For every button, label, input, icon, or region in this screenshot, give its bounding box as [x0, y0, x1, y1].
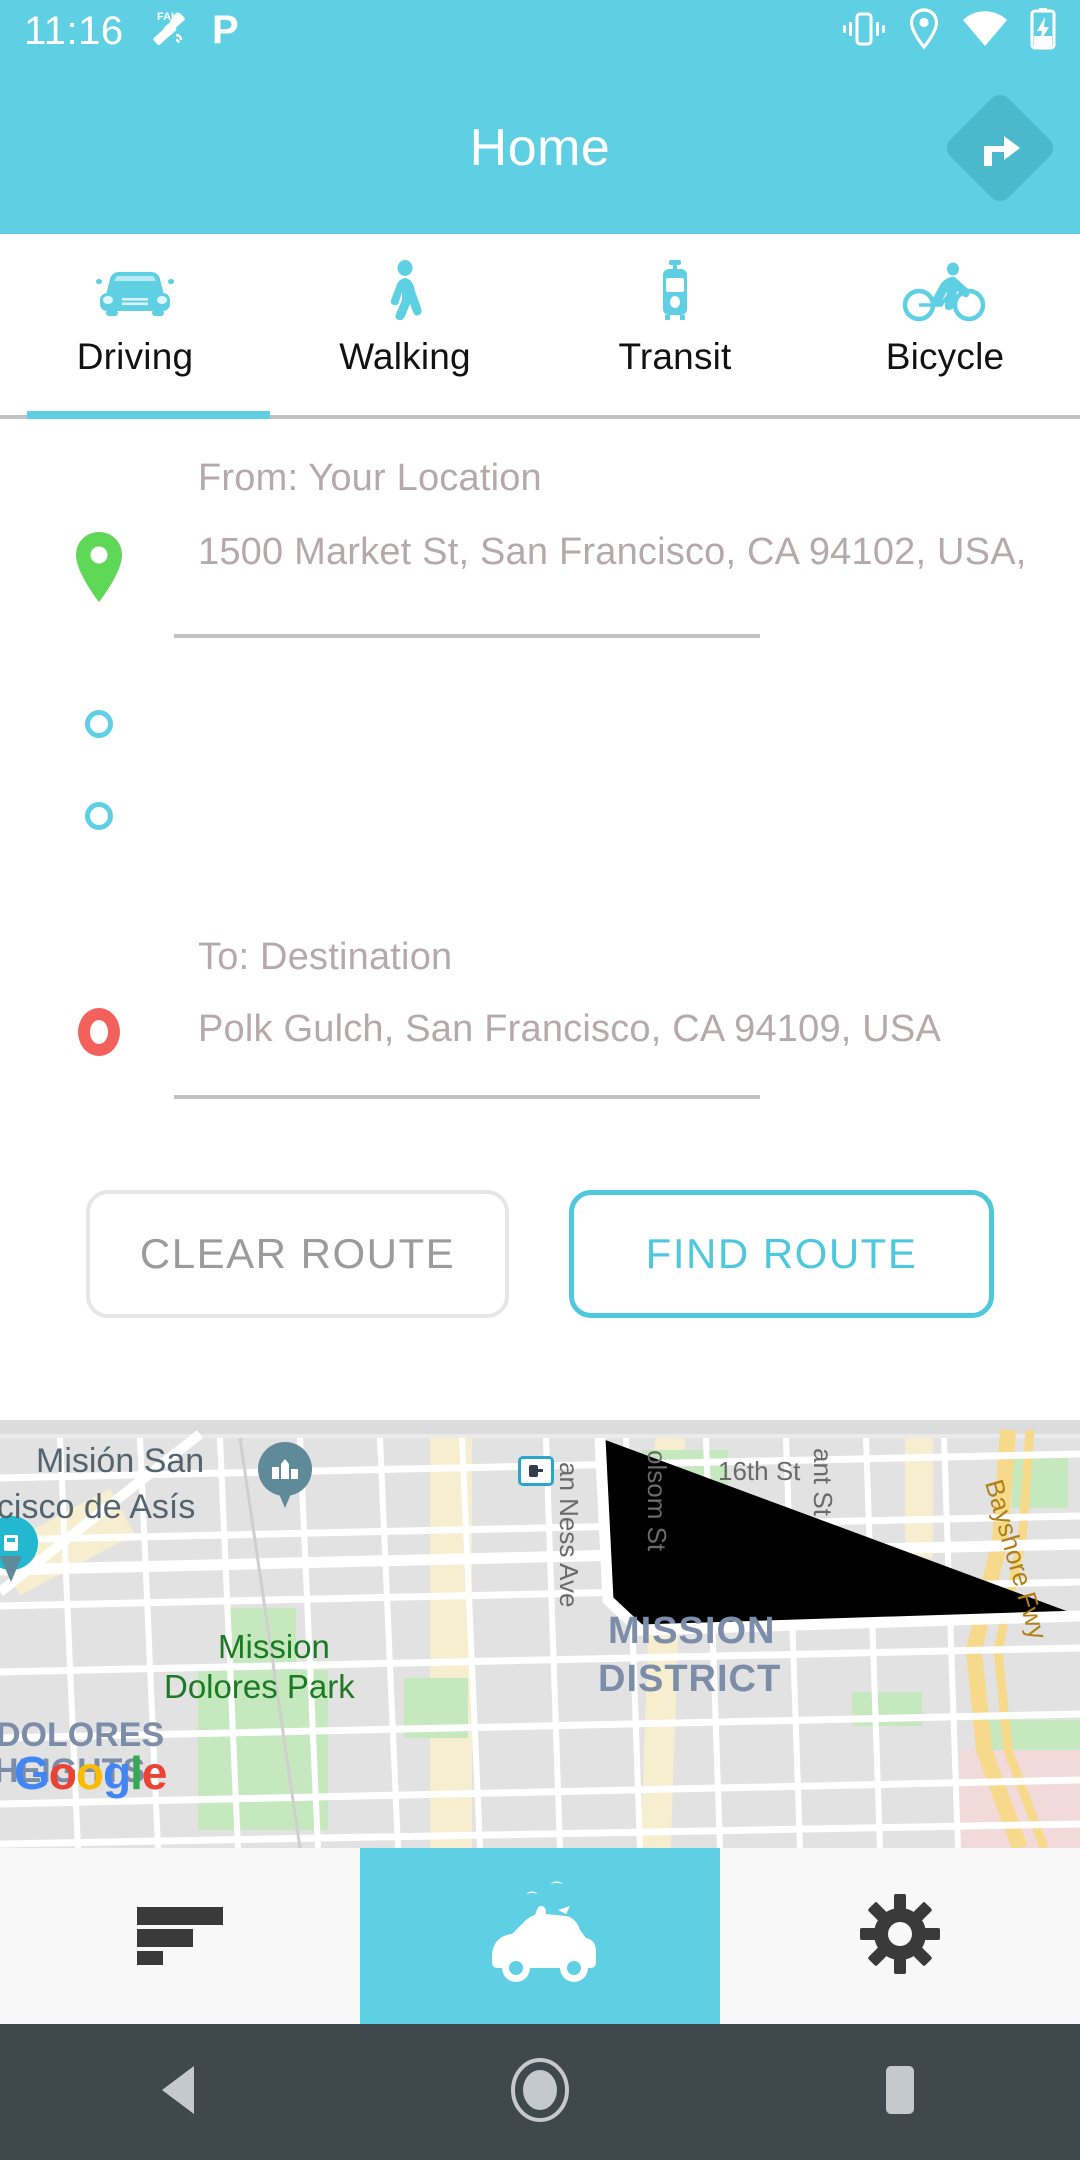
svg-text:P: P [212, 8, 239, 51]
directions-diamond [942, 90, 1058, 206]
app-bar: Home [0, 62, 1080, 234]
battery-charging-icon [1030, 7, 1056, 55]
status-bar: 11:16 FAK P [0, 0, 1080, 62]
route-form: From: Your Location 1500 Market St, San … [0, 419, 1080, 1099]
recents-square-icon [878, 2062, 922, 2123]
to-field-row[interactable]: Polk Gulch, San Francisco, CA 94109, USA [0, 1001, 1080, 1061]
status-clock: 11:16 [24, 9, 124, 53]
waypoint-dot-icon [0, 802, 198, 830]
tab-walking[interactable]: Walking [270, 234, 540, 419]
bottom-navigation [0, 1848, 1080, 2024]
fake-gps-satellite-icon: FAK [148, 7, 192, 56]
tab-bicycle[interactable]: Bicycle [810, 234, 1080, 419]
tabs-active-indicator [27, 411, 270, 419]
bottom-nav-trips[interactable] [0, 1848, 360, 2024]
tab-label-driving: Driving [76, 336, 194, 377]
transit-stop-badge[interactable] [518, 1456, 554, 1486]
app-root: 11:16 FAK P Home Driving Walking Transit… [0, 0, 1080, 2160]
recents-button[interactable] [810, 2024, 990, 2160]
google-attribution-logo: Google [14, 1747, 167, 1799]
find-route-button[interactable]: FIND ROUTE [569, 1190, 994, 1318]
map-view[interactable]: Misión San ncisco de Asís an Ness Ave ol… [0, 1420, 1080, 1848]
transport-mode-tabs: Driving Walking Transit Bicycle [0, 234, 1080, 419]
from-field-row[interactable]: 1500 Market St, San Francisco, CA 94102,… [0, 524, 1080, 606]
from-field-underline [174, 634, 760, 638]
to-field-label: To: Destination [198, 936, 453, 978]
waypoint-dot-icon [0, 710, 198, 738]
route-actions: CLEAR ROUTE FIND ROUTE [0, 1190, 1080, 1318]
home-button[interactable] [450, 2024, 630, 2160]
bicycle-icon [901, 260, 989, 322]
tab-label-bicycle: Bicycle [885, 336, 1005, 377]
church-poi-pin[interactable] [258, 1442, 312, 1512]
bottom-nav-settings[interactable] [720, 1848, 1080, 2024]
waypoint-row-2[interactable] [0, 802, 1080, 858]
back-button[interactable] [90, 2024, 270, 2160]
clear-route-button[interactable]: CLEAR ROUTE [86, 1190, 509, 1318]
to-field-underline [174, 1095, 760, 1099]
page-title: Home [469, 119, 611, 177]
vibrate-icon [842, 9, 886, 54]
tab-driving[interactable]: Driving [0, 234, 270, 419]
tab-label-transit: Transit [618, 336, 732, 377]
parking-p-icon: P [210, 7, 244, 56]
directions-button[interactable] [942, 90, 1058, 206]
car-travel-icon [474, 1880, 606, 1993]
from-field-value[interactable]: 1500 Market St, San Francisco, CA 94102,… [198, 524, 1063, 580]
home-circle-icon [509, 2057, 571, 2128]
status-right-icons [842, 7, 1056, 55]
tab-transit[interactable]: Transit [540, 234, 810, 419]
waypoint-row-1[interactable] [0, 710, 1080, 766]
android-system-navigation [0, 2024, 1080, 2160]
gear-icon [860, 1893, 940, 1979]
bottom-nav-drive[interactable] [360, 1848, 720, 2024]
directions-turn-right-icon [974, 122, 1026, 174]
pedestrian-icon [382, 260, 428, 322]
tram-icon [651, 260, 699, 322]
green-map-pin-icon [0, 524, 198, 606]
location-pin-icon [908, 7, 940, 55]
wifi-icon [962, 10, 1008, 53]
to-field-value[interactable]: Polk Gulch, San Francisco, CA 94109, USA [198, 1001, 977, 1057]
status-left-icons: FAK P [148, 7, 244, 56]
list-lines-icon [137, 1903, 223, 1970]
from-field-label: From: Your Location [198, 457, 542, 499]
car-icon [92, 260, 178, 322]
back-triangle-icon [154, 2062, 206, 2123]
red-destination-ring-icon [0, 1001, 198, 1061]
transit-poi-pin[interactable] [0, 1516, 38, 1586]
tab-label-walking: Walking [339, 336, 471, 377]
